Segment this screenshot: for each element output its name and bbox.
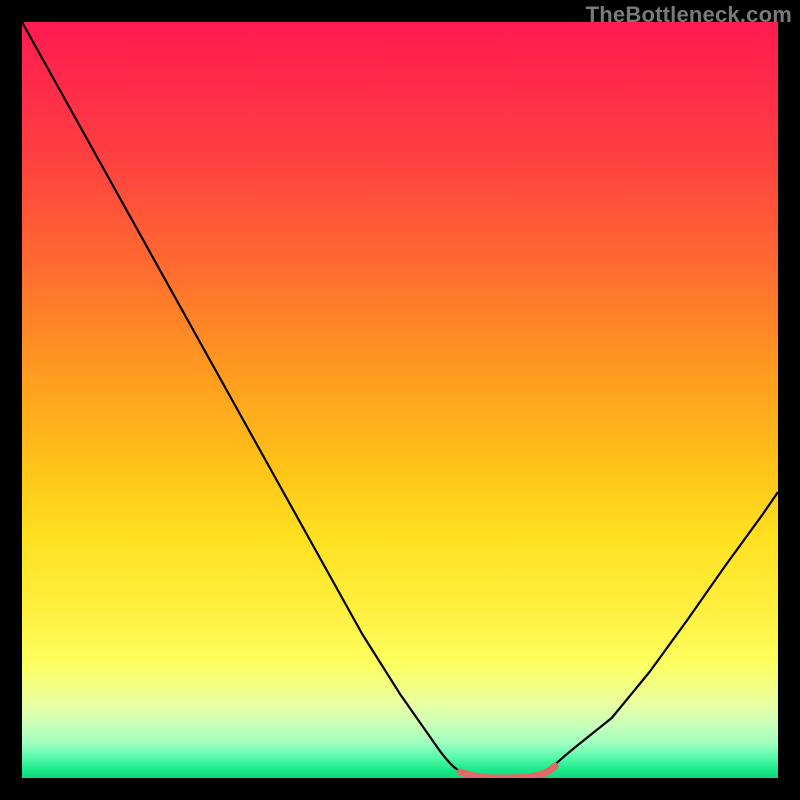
chart-frame: TheBottleneck.com — [0, 0, 800, 800]
curve-highlight-segment — [460, 766, 555, 778]
chart-curve — [22, 22, 778, 778]
chart-plot-area — [22, 22, 778, 778]
curve-line — [22, 22, 778, 778]
watermark-text: TheBottleneck.com — [586, 2, 792, 28]
